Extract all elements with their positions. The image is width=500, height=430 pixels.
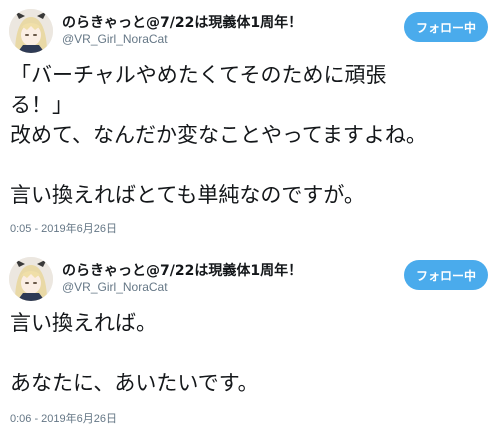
tweet-text: 「バーチャルやめたくてそのために頑張 る！」 改めて、なんだか変なことやってます… [10,60,494,210]
timestamp[interactable]: 0:05 - 2019年6月26日 [10,220,117,236]
tweet-text-line: 言い換えればとても単純なのですが。 [10,183,365,207]
tweet-card: のらきゃっと@7/22は現義体1周年！ @VR_Girl_NoraCat フォロ… [0,248,500,430]
tweet-card: のらきゃっと@7/22は現義体1周年！ @VR_Girl_NoraCat フォロ… [0,0,500,240]
user-handle[interactable]: @VR_Girl_NoraCat [62,280,168,294]
user-handle[interactable]: @VR_Girl_NoraCat [62,32,168,46]
following-button[interactable]: フォロー中 [404,260,488,290]
tweet-text-line: 改めて、なんだか変なことやってますよね。 [10,123,427,147]
tweet-text-line: る！」 [10,93,73,117]
avatar-image [9,257,53,301]
display-name[interactable]: のらきゃっと@7/22は現義体1周年！ [62,12,302,32]
display-name[interactable]: のらきゃっと@7/22は現義体1周年！ [62,260,302,280]
tweet-text: 言い換えれば。 あなたに、あいたいです。 [10,308,494,398]
avatar[interactable] [9,257,53,301]
avatar-image [9,9,53,53]
tweet-text-line: あなたに、あいたいです。 [10,371,259,395]
avatar[interactable] [9,9,53,53]
tweet-text-line: 「バーチャルやめたくてそのために頑張 [10,63,387,87]
tweet-text-line: 言い換えれば。 [10,311,157,335]
following-button[interactable]: フォロー中 [404,12,488,42]
timestamp[interactable]: 0:06 - 2019年6月26日 [10,410,117,426]
